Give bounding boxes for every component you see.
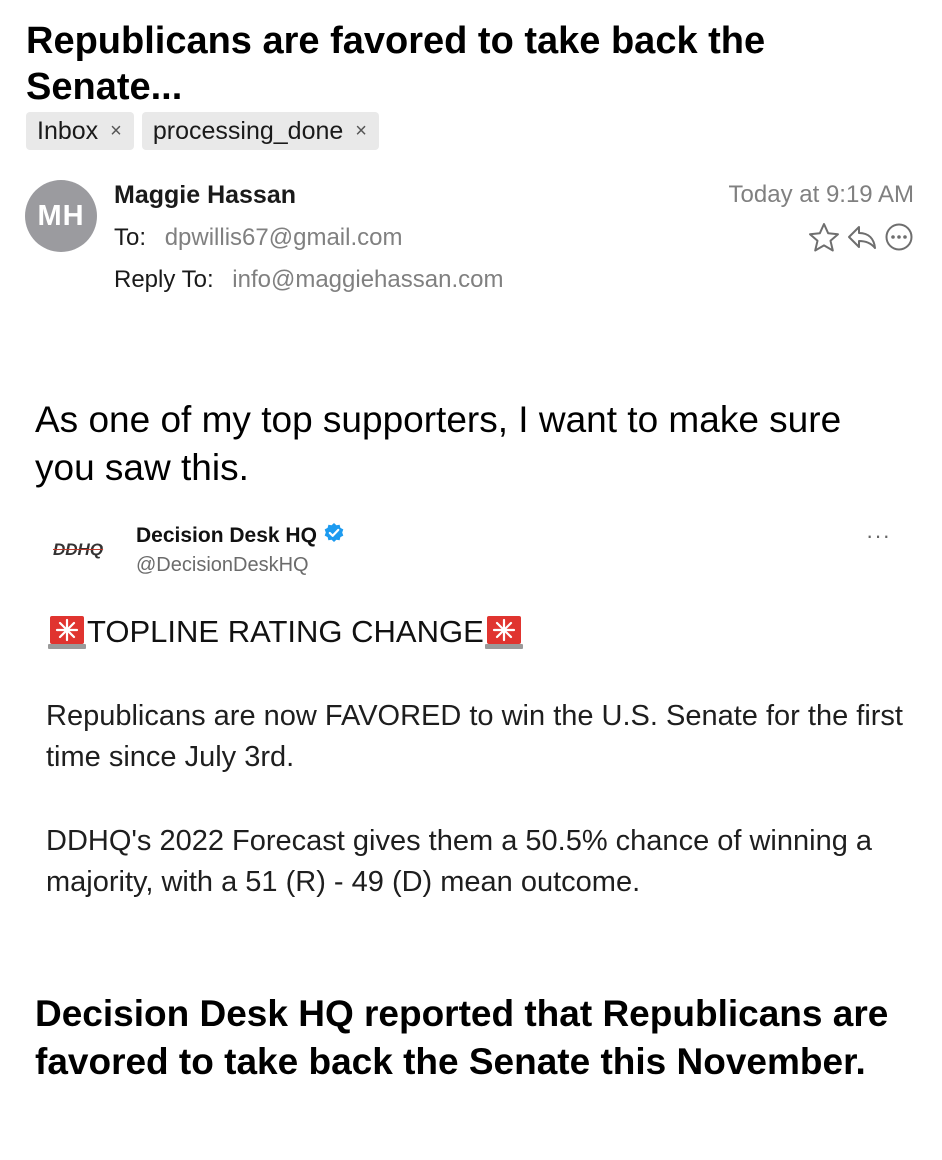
tag-processing-done[interactable]: processing_done × — [141, 112, 379, 150]
ddhq-logo: DDHQ — [53, 540, 103, 560]
embedded-tweet: DDHQ Decision Desk HQ @DecisionDeskHQ ··… — [35, 505, 907, 965]
close-icon[interactable]: × — [110, 120, 122, 143]
tweet-more-icon[interactable]: ··· — [866, 523, 891, 549]
tag-label: processing_done — [152, 116, 344, 145]
to-label: To: — [114, 224, 147, 251]
tweet-paragraph: DDHQ's 2022 Forecast gives them a 50.5% … — [46, 825, 873, 898]
star-icon[interactable] — [808, 222, 840, 252]
tweet-headline-text: TOPLINE RATING CHANGE — [87, 614, 484, 649]
reply-to-address[interactable]: info@maggiehassan.com — [232, 266, 503, 293]
siren-icon — [484, 613, 524, 651]
tag-label: Inbox — [37, 116, 99, 145]
sender-name[interactable]: Maggie Hassan — [114, 181, 296, 210]
tag-list: Inbox × processing_done × — [26, 112, 379, 150]
reply-to-label: Reply To: — [114, 266, 214, 293]
tweet-handle: @DecisionDeskHQ — [136, 554, 309, 576]
avatar: MH — [25, 180, 97, 252]
tweet-author-name: Decision Desk HQ — [136, 524, 317, 547]
outro-text: Decision Desk HQ reported that Republica… — [35, 993, 889, 1082]
logo-text: DDHQ — [53, 540, 104, 559]
verified-badge-icon — [323, 522, 345, 550]
reply-to-row: Reply To: info@maggiehassan.com — [114, 266, 503, 294]
email-date: Today at 9:19 AM — [728, 181, 914, 208]
close-icon[interactable]: × — [355, 120, 367, 143]
more-icon[interactable] — [884, 222, 914, 252]
reply-icon[interactable] — [846, 222, 878, 252]
tag-inbox[interactable]: Inbox × — [26, 112, 134, 150]
siren-icon — [47, 613, 87, 651]
tweet-paragraph: Republicans are now FAVORED to win the U… — [46, 700, 903, 773]
to-row: To: dpwillis67@gmail.com — [114, 224, 402, 252]
tweet-headline: TOPLINE RATING CHANGE — [47, 613, 524, 651]
email-subject: Republicans are favored to take back the… — [26, 20, 766, 108]
intro-text: As one of my top supporters, I want to m… — [35, 399, 842, 488]
tweet-author: Decision Desk HQ — [136, 522, 345, 550]
email-actions — [808, 222, 914, 252]
to-address[interactable]: dpwillis67@gmail.com — [165, 224, 403, 251]
